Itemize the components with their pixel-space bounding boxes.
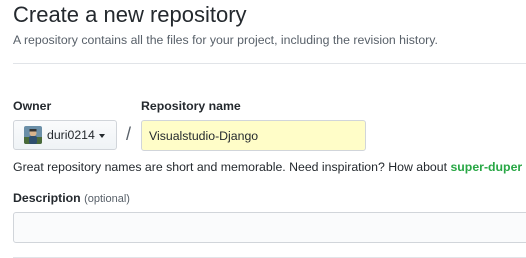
hint-text: Great repository names are short and mem…	[13, 160, 451, 174]
optional-note: (optional)	[84, 193, 130, 205]
new-repository-page: Create a new repository A repository con…	[0, 0, 526, 258]
owner-label: Owner	[13, 99, 52, 113]
name-suggestion-link[interactable]: super-duper	[450, 160, 522, 174]
owner-dropdown[interactable]: duri0214	[13, 120, 117, 150]
repository-name-hint: Great repository names are short and mem…	[13, 160, 522, 174]
repository-name-input[interactable]	[141, 120, 366, 151]
page-title: Create a new repository	[13, 2, 247, 27]
owner-repo-separator: /	[126, 124, 132, 144]
description-input[interactable]	[13, 212, 526, 243]
user-avatar-icon	[24, 126, 42, 144]
description-label-text: Description	[13, 191, 81, 205]
page-subtitle: A repository contains all the files for …	[13, 33, 438, 47]
description-label: Description (optional)	[13, 191, 130, 205]
caret-down-icon	[98, 134, 105, 138]
owner-name: duri0214	[47, 128, 95, 142]
repository-name-label: Repository name	[141, 99, 241, 113]
header-divider	[13, 63, 526, 64]
